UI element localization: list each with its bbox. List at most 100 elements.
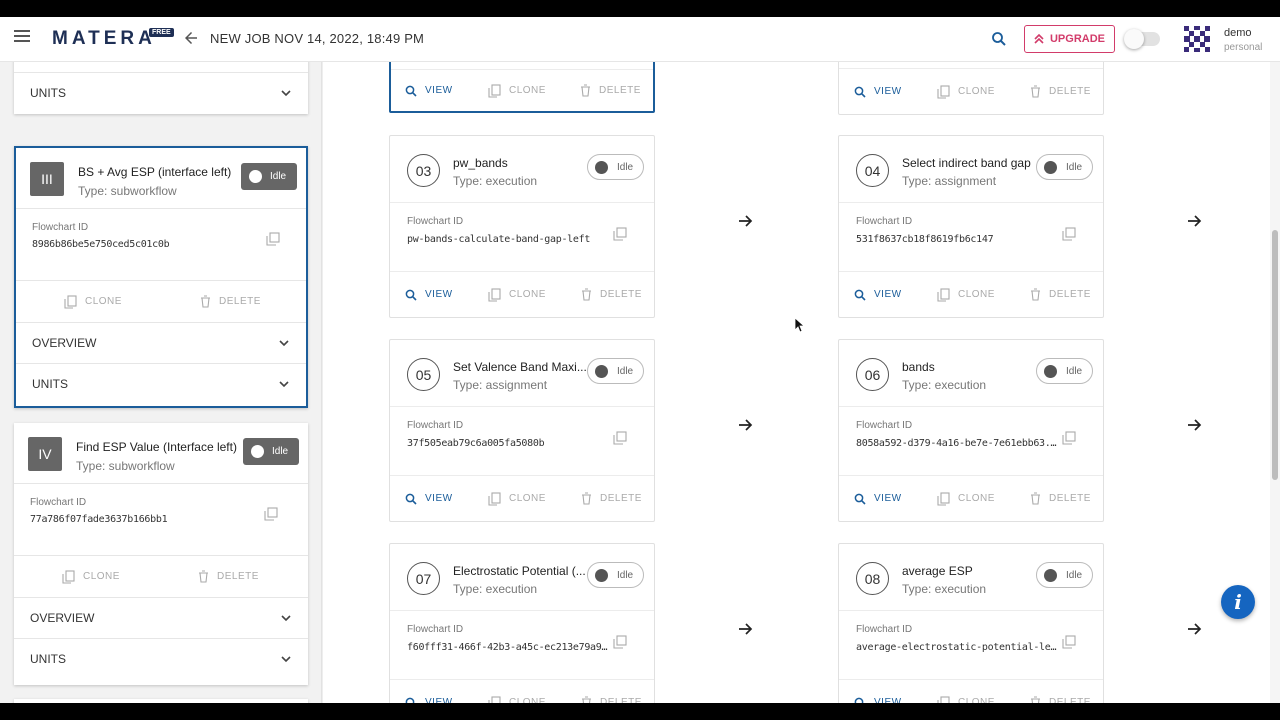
delete-button[interactable]: DELETE bbox=[200, 295, 261, 308]
status-toggle[interactable]: Idle bbox=[243, 438, 299, 465]
copy-icon[interactable] bbox=[266, 232, 280, 246]
back-arrow-icon[interactable] bbox=[182, 29, 200, 47]
subworkflow-card[interactable]: IV Find ESP Value (Interface left) Type:… bbox=[14, 423, 308, 685]
status-toggle[interactable]: Idle bbox=[1036, 358, 1093, 384]
unit-card[interactable]: 06 bands Type: execution Idle Flowchart … bbox=[838, 339, 1104, 522]
subworkflow-card-partial[interactable] bbox=[14, 699, 308, 703]
delete-button[interactable]: DELETE bbox=[1030, 492, 1091, 505]
units-accordion[interactable]: UNITS bbox=[16, 363, 306, 404]
unit-type: Type: execution bbox=[453, 582, 538, 596]
clone-button[interactable]: CLONE bbox=[488, 287, 546, 302]
status-toggle[interactable]: Idle bbox=[241, 163, 297, 190]
user-avatar[interactable] bbox=[1182, 24, 1212, 54]
flowchart-id-label: Flowchart ID bbox=[407, 420, 464, 431]
units-accordion[interactable]: UNITS bbox=[14, 638, 308, 679]
units-label: UNITS bbox=[30, 652, 66, 666]
clone-button[interactable]: CLONE bbox=[488, 491, 546, 506]
subworkflow-name[interactable]: BS + Avg ESP (interface left) bbox=[78, 165, 231, 179]
chevron-down-icon bbox=[281, 90, 291, 97]
unit-name[interactable]: Electrostatic Potential (... bbox=[453, 564, 587, 578]
view-button[interactable]: VIEW bbox=[854, 697, 902, 703]
delete-button[interactable]: DELETE bbox=[1030, 288, 1091, 301]
view-button[interactable]: VIEW bbox=[854, 86, 902, 98]
workflow-units-canvas: VIEW CLONE DELETE VIEW CLONE DELETE 03 p… bbox=[322, 62, 1270, 703]
unit-name[interactable]: Set Valence Band Maxi... bbox=[453, 360, 587, 374]
delete-label: DELETE bbox=[1049, 697, 1091, 703]
copy-icon[interactable] bbox=[1062, 635, 1076, 649]
view-button[interactable]: VIEW bbox=[405, 493, 453, 505]
unit-name[interactable]: average ESP bbox=[902, 564, 1036, 578]
clone-button[interactable]: CLONE bbox=[488, 695, 546, 703]
status-toggle[interactable]: Idle bbox=[587, 562, 644, 588]
unit-name[interactable]: Select indirect band gap bbox=[902, 156, 1036, 170]
subworkflow-card[interactable]: III BS + Avg ESP (interface left) Type: … bbox=[14, 146, 308, 408]
search-icon[interactable] bbox=[990, 30, 1008, 48]
units-accordion[interactable]: UNITS bbox=[14, 72, 308, 113]
copy-icon[interactable] bbox=[264, 507, 278, 521]
unit-name[interactable]: bands bbox=[902, 360, 1036, 374]
unit-card[interactable]: 05 Set Valence Band Maxi... Type: assign… bbox=[389, 339, 655, 522]
app-logo[interactable]: MATERA bbox=[52, 28, 156, 50]
theme-toggle[interactable] bbox=[1124, 29, 1160, 49]
copy-icon[interactable] bbox=[1062, 227, 1076, 241]
scrollbar-thumb[interactable] bbox=[1272, 230, 1278, 480]
delete-button[interactable]: DELETE bbox=[581, 492, 642, 505]
unit-card-partial[interactable]: VIEW CLONE DELETE bbox=[838, 62, 1104, 115]
view-button[interactable]: VIEW bbox=[405, 697, 453, 703]
view-button[interactable]: VIEW bbox=[854, 493, 902, 505]
unit-number: 04 bbox=[856, 154, 889, 187]
search-icon bbox=[854, 86, 866, 98]
status-toggle[interactable]: Idle bbox=[1036, 154, 1093, 180]
delete-button[interactable]: DELETE bbox=[1030, 696, 1091, 703]
clone-button[interactable]: CLONE bbox=[937, 84, 995, 99]
unit-card[interactable]: 04 Select indirect band gap Type: assign… bbox=[838, 135, 1104, 318]
view-button[interactable]: VIEW bbox=[405, 289, 453, 301]
view-label: VIEW bbox=[425, 85, 453, 96]
clone-button[interactable]: CLONE bbox=[937, 491, 995, 506]
clone-button[interactable]: CLONE bbox=[64, 294, 122, 309]
status-toggle[interactable]: Idle bbox=[1036, 562, 1093, 588]
overview-accordion[interactable]: OVERVIEW bbox=[16, 322, 306, 363]
view-button[interactable]: VIEW bbox=[854, 289, 902, 301]
delete-button[interactable]: DELETE bbox=[580, 84, 641, 97]
user-organization: personal bbox=[1224, 42, 1263, 53]
unit-card[interactable]: 07 Electrostatic Potential (... Type: ex… bbox=[389, 543, 655, 703]
copy-icon[interactable] bbox=[613, 227, 627, 241]
unit-number: 08 bbox=[856, 562, 889, 595]
search-icon bbox=[405, 493, 417, 505]
delete-button[interactable]: DELETE bbox=[198, 570, 259, 583]
toggle-knob bbox=[595, 364, 608, 378]
copy-icon[interactable] bbox=[1062, 431, 1076, 445]
unit-card[interactable]: 03 pw_bands Type: execution Idle Flowcha… bbox=[389, 135, 655, 318]
delete-button[interactable]: DELETE bbox=[1030, 85, 1091, 98]
clone-button[interactable]: CLONE bbox=[62, 569, 120, 584]
view-button[interactable]: VIEW bbox=[405, 85, 453, 97]
arrow-right-icon bbox=[1188, 419, 1202, 431]
status-toggle[interactable]: Idle bbox=[587, 358, 644, 384]
hamburger-menu-icon[interactable] bbox=[14, 30, 30, 46]
vertical-scrollbar[interactable] bbox=[1270, 62, 1280, 703]
clone-label: CLONE bbox=[509, 493, 546, 504]
user-name[interactable]: demo bbox=[1224, 27, 1252, 39]
unit-type: Type: execution bbox=[902, 378, 987, 392]
status-label: Idle bbox=[272, 446, 289, 457]
search-icon bbox=[405, 85, 417, 97]
unit-card[interactable]: 08 average ESP Type: execution Idle Flow… bbox=[838, 543, 1104, 703]
delete-button[interactable]: DELETE bbox=[581, 696, 642, 703]
clone-button[interactable]: CLONE bbox=[937, 695, 995, 703]
job-title[interactable]: NEW JOB NOV 14, 2022, 18:49 PM bbox=[210, 31, 424, 46]
unit-name[interactable]: pw_bands bbox=[453, 156, 587, 170]
upgrade-button[interactable]: UPGRADE bbox=[1024, 25, 1115, 53]
subworkflow-name[interactable]: Find ESP Value (Interface left) bbox=[76, 440, 237, 454]
copy-icon[interactable] bbox=[613, 431, 627, 445]
trash-icon bbox=[1031, 288, 1040, 301]
clone-label: CLONE bbox=[85, 296, 122, 307]
clone-button[interactable]: CLONE bbox=[488, 83, 546, 98]
clone-button[interactable]: CLONE bbox=[937, 287, 995, 302]
unit-card-partial[interactable]: VIEW CLONE DELETE bbox=[389, 62, 655, 113]
copy-icon[interactable] bbox=[613, 635, 627, 649]
delete-button[interactable]: DELETE bbox=[581, 288, 642, 301]
status-toggle[interactable]: Idle bbox=[587, 154, 644, 180]
info-button[interactable]: i bbox=[1221, 585, 1255, 619]
overview-accordion[interactable]: OVERVIEW bbox=[14, 597, 308, 638]
